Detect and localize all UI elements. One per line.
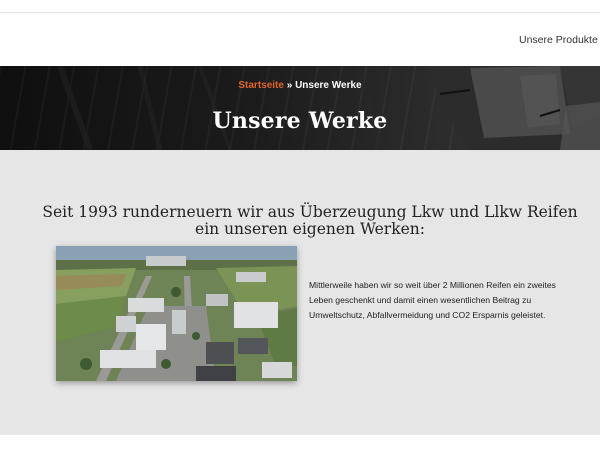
section-heading: Seit 1993 runderneuern wir aus Überzeugu… bbox=[42, 203, 578, 238]
header-navbar: Unsere Produkte ▾ bbox=[0, 14, 600, 66]
factory-aerial-photo bbox=[56, 246, 297, 381]
content-section: Seit 1993 runderneuern wir aus Überzeugu… bbox=[0, 150, 600, 435]
page-title: Unsere Werke bbox=[212, 108, 388, 134]
section-paragraph: Mittlerweile haben wir so weit über 2 Mi… bbox=[309, 280, 556, 320]
breadcrumb: Startseite » Unsere Werke bbox=[0, 80, 600, 91]
footer-strip bbox=[0, 435, 600, 450]
factory-aerial-illustration bbox=[56, 246, 297, 381]
breadcrumb-current: Unsere Werke bbox=[295, 80, 362, 91]
top-strip bbox=[0, 0, 600, 13]
nav-item-label: Unsere Produkte bbox=[519, 34, 598, 46]
hero-banner: Startseite » Unsere Werke Unsere Werke bbox=[0, 66, 600, 150]
nav-item-unsere-produkte[interactable]: Unsere Produkte ▾ bbox=[519, 33, 600, 47]
breadcrumb-home-link[interactable]: Startseite bbox=[238, 80, 284, 91]
breadcrumb-separator: » bbox=[283, 80, 296, 91]
